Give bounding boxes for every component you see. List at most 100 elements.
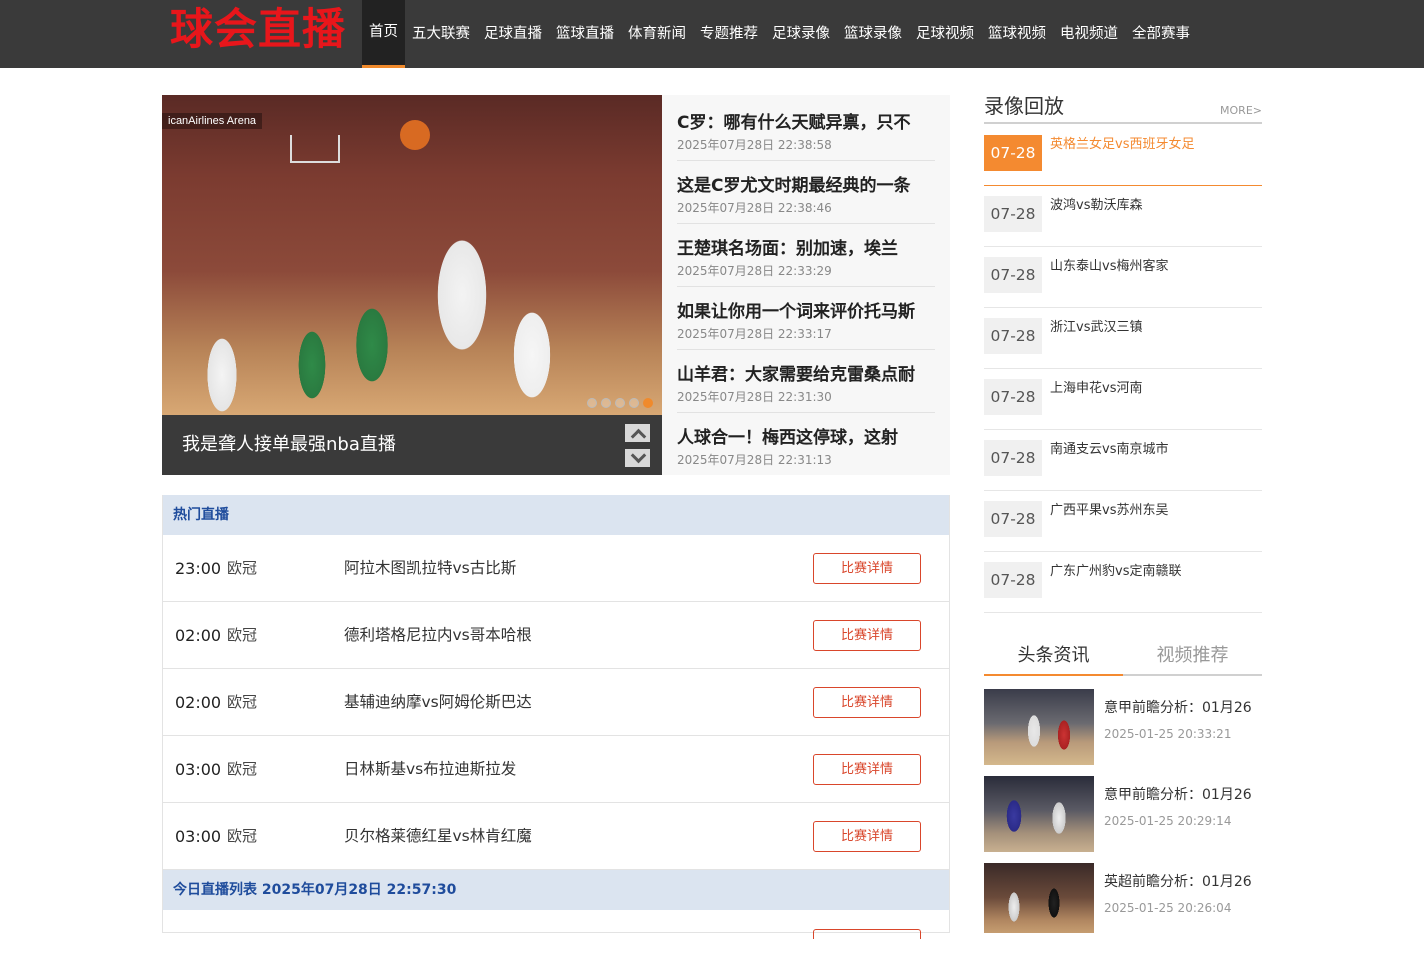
video-title[interactable]: 意甲前瞻分析：01月26 — [1104, 784, 1252, 804]
news-title[interactable]: C罗：哪有什么天赋异禀，只不 — [677, 112, 935, 134]
news-item[interactable]: 这是C罗尤文时期最经典的一条 2025年07月28日 22:38:46 — [677, 161, 935, 224]
replay-item[interactable]: 07-28 山东泰山vs梅州客家 — [984, 247, 1262, 308]
slider-dot[interactable] — [601, 398, 611, 408]
replay-name[interactable]: 南通支云vs南京城市 — [1050, 438, 1168, 457]
news-title[interactable]: 王楚琪名场面：别加速，埃兰 — [677, 238, 935, 260]
news-title[interactable]: 这是C罗尤文时期最经典的一条 — [677, 175, 935, 197]
list-item[interactable]: 英超前瞻分析：01月26 2025-01-25 20:26:04 — [984, 863, 1262, 933]
slider-caption[interactable]: 我是聋人接单最强nba直播 — [182, 415, 396, 475]
replay-item[interactable]: 07-28 英格兰女足vs西班牙女足 — [984, 125, 1262, 186]
nav-all-events[interactable]: 全部赛事 — [1125, 0, 1197, 68]
match-details-button[interactable]: 比赛详情 — [813, 620, 921, 651]
news-title[interactable]: 如果让你用一个词来评价托马斯 — [677, 301, 935, 323]
nav-featured[interactable]: 专题推荐 — [693, 0, 765, 68]
today-live-heading: 今日直播列表 2025年07月28日 22:57:30 — [163, 870, 949, 910]
tab-headline-news[interactable]: 头条资讯 — [984, 641, 1123, 676]
match-details-button[interactable]: 比赛详情 — [813, 821, 921, 852]
replay-name[interactable]: 广东广州豹vs定南赣联 — [1050, 560, 1181, 579]
replay-item[interactable]: 07-28 广西平果vs苏州东吴 — [984, 491, 1262, 552]
nav-home[interactable]: 首页 — [362, 0, 405, 68]
replay-date: 07-28 — [984, 379, 1042, 415]
slider-dot-active[interactable] — [643, 398, 653, 408]
replay-header: 录像回放 MORE> — [984, 92, 1262, 124]
news-time: 2025年07月28日 22:38:46 — [677, 201, 832, 215]
match-league: 欧冠 — [227, 626, 258, 644]
slider-dot[interactable] — [629, 398, 639, 408]
news-item[interactable]: 王楚琪名场面：别加速，埃兰 2025年07月28日 22:33:29 — [677, 224, 935, 287]
replay-item[interactable]: 07-28 广东广州豹vs定南赣联 — [984, 552, 1262, 613]
match-teams[interactable]: 日林斯基vs布拉迪斯拉发 — [344, 736, 516, 803]
replay-title: 录像回放 — [984, 94, 1064, 118]
replay-name[interactable]: 浙江vs武汉三镇 — [1050, 316, 1142, 335]
site-logo[interactable]: 球会直播 — [170, 2, 346, 62]
list-item[interactable]: 意甲前瞻分析：01月26 2025-01-25 20:29:14 — [984, 776, 1262, 852]
video-time: 2025-01-25 20:29:14 — [1104, 814, 1232, 828]
replay-more-link[interactable]: MORE> — [1220, 104, 1262, 117]
news-item[interactable]: 人球合一！梅西这停球，这射 2025年07月28日 22:31:13 — [677, 413, 935, 476]
match-league: 欧冠 — [227, 693, 258, 711]
news-time: 2025年07月28日 22:38:58 — [677, 138, 832, 152]
news-time: 2025年07月28日 22:33:29 — [677, 264, 832, 278]
nav-top5-leagues[interactable]: 五大联赛 — [405, 0, 477, 68]
table-row: 03:00 欧冠 贝尔格莱德红星vs林肯红魔 比赛详情 — [163, 803, 949, 870]
match-details-button[interactable]: 比赛详情 — [813, 754, 921, 785]
news-item[interactable]: 如果让你用一个词来评价托马斯 2025年07月28日 22:33:17 — [677, 287, 935, 350]
match-details-button[interactable]: 比赛详情 — [813, 687, 921, 718]
video-time: 2025-01-25 20:26:04 — [1104, 901, 1232, 915]
video-thumbnail[interactable] — [984, 689, 1094, 765]
replay-item[interactable]: 07-28 上海申花vs河南 — [984, 369, 1262, 430]
nav-football-live[interactable]: 足球直播 — [477, 0, 549, 68]
basketball — [400, 120, 430, 150]
slider-dot[interactable] — [587, 398, 597, 408]
match-teams[interactable]: 德利塔格尼拉内vs哥本哈根 — [344, 602, 532, 669]
replay-date: 07-28 — [984, 257, 1042, 293]
slider-dot[interactable] — [615, 398, 625, 408]
match-time: 23:00 — [175, 559, 222, 578]
match-teams[interactable]: 基辅迪纳摩vs阿姆伦斯巴达 — [344, 669, 532, 736]
table-row: 02:00 欧冠 基辅迪纳摩vs阿姆伦斯巴达 比赛详情 — [163, 669, 949, 736]
nav-tv-channels[interactable]: 电视频道 — [1053, 0, 1125, 68]
replay-name[interactable]: 广西平果vs苏州东吴 — [1050, 499, 1168, 518]
match-league: 欧冠 — [227, 559, 258, 577]
tab-video-recommend[interactable]: 视频推荐 — [1123, 641, 1262, 676]
table-row: 03:00 欧冠 日林斯基vs布拉迪斯拉发 比赛详情 — [163, 736, 949, 803]
slider-down-arrow-icon[interactable] — [625, 449, 650, 467]
match-teams[interactable]: 阿拉木图凯拉特vs古比斯 — [344, 535, 516, 602]
news-item[interactable]: C罗：哪有什么天赋异禀，只不 2025年07月28日 22:38:58 — [677, 98, 935, 161]
replay-item[interactable]: 07-28 南通支云vs南京城市 — [984, 430, 1262, 491]
news-title[interactable]: 山羊君：大家需要给克雷桑点耐 — [677, 364, 935, 386]
match-teams[interactable]: 贝尔格莱德红星vs林肯红魔 — [344, 803, 532, 870]
video-title[interactable]: 意甲前瞻分析：01月26 — [1104, 697, 1252, 717]
featured-slider[interactable]: icanAirlines Arena 我是聋人接单最强nba直播 — [162, 95, 662, 475]
nav-football-video[interactable]: 足球视频 — [909, 0, 981, 68]
replay-name[interactable]: 波鸿vs勒沃库森 — [1050, 194, 1142, 213]
replay-name[interactable]: 英格兰女足vs西班牙女足 — [1050, 133, 1194, 152]
match-details-button[interactable] — [813, 929, 921, 939]
video-thumbnail[interactable] — [984, 776, 1094, 852]
match-details-button[interactable]: 比赛详情 — [813, 553, 921, 584]
replay-name[interactable]: 山东泰山vs梅州客家 — [1050, 255, 1168, 274]
news-title[interactable]: 人球合一！梅西这停球，这射 — [677, 427, 935, 449]
news-item[interactable]: 山羊君：大家需要给克雷桑点耐 2025年07月28日 22:31:30 — [677, 350, 935, 413]
match-time: 03:00 — [175, 760, 222, 779]
nav-basketball-replay[interactable]: 篮球录像 — [837, 0, 909, 68]
video-title[interactable]: 英超前瞻分析：01月26 — [1104, 871, 1252, 891]
nav-football-replay[interactable]: 足球录像 — [765, 0, 837, 68]
slider-photo[interactable]: icanAirlines Arena — [162, 95, 662, 415]
match-time: 02:00 — [175, 693, 222, 712]
list-item[interactable]: 意甲前瞻分析：01月26 2025-01-25 20:33:21 — [984, 689, 1262, 765]
nav-basketball-video[interactable]: 篮球视频 — [981, 0, 1053, 68]
basketball-hoop — [290, 135, 340, 163]
replay-date: 07-28 — [984, 196, 1042, 232]
nav-basketball-live[interactable]: 篮球直播 — [549, 0, 621, 68]
replay-name[interactable]: 上海申花vs河南 — [1050, 377, 1142, 396]
replay-item[interactable]: 07-28 浙江vs武汉三镇 — [984, 308, 1262, 369]
video-thumbnail[interactable] — [984, 863, 1094, 933]
news-time: 2025年07月28日 22:33:17 — [677, 327, 832, 341]
nav-sports-news[interactable]: 体育新闻 — [621, 0, 693, 68]
replay-item[interactable]: 07-28 波鸿vs勒沃库森 — [984, 186, 1262, 247]
table-row: 02:00 欧冠 德利塔格尼拉内vs哥本哈根 比赛详情 — [163, 602, 949, 669]
slider-up-arrow-icon[interactable] — [625, 424, 650, 442]
news-time: 2025年07月28日 22:31:13 — [677, 453, 832, 467]
info-tabs: 头条资讯 视频推荐 — [984, 641, 1262, 676]
